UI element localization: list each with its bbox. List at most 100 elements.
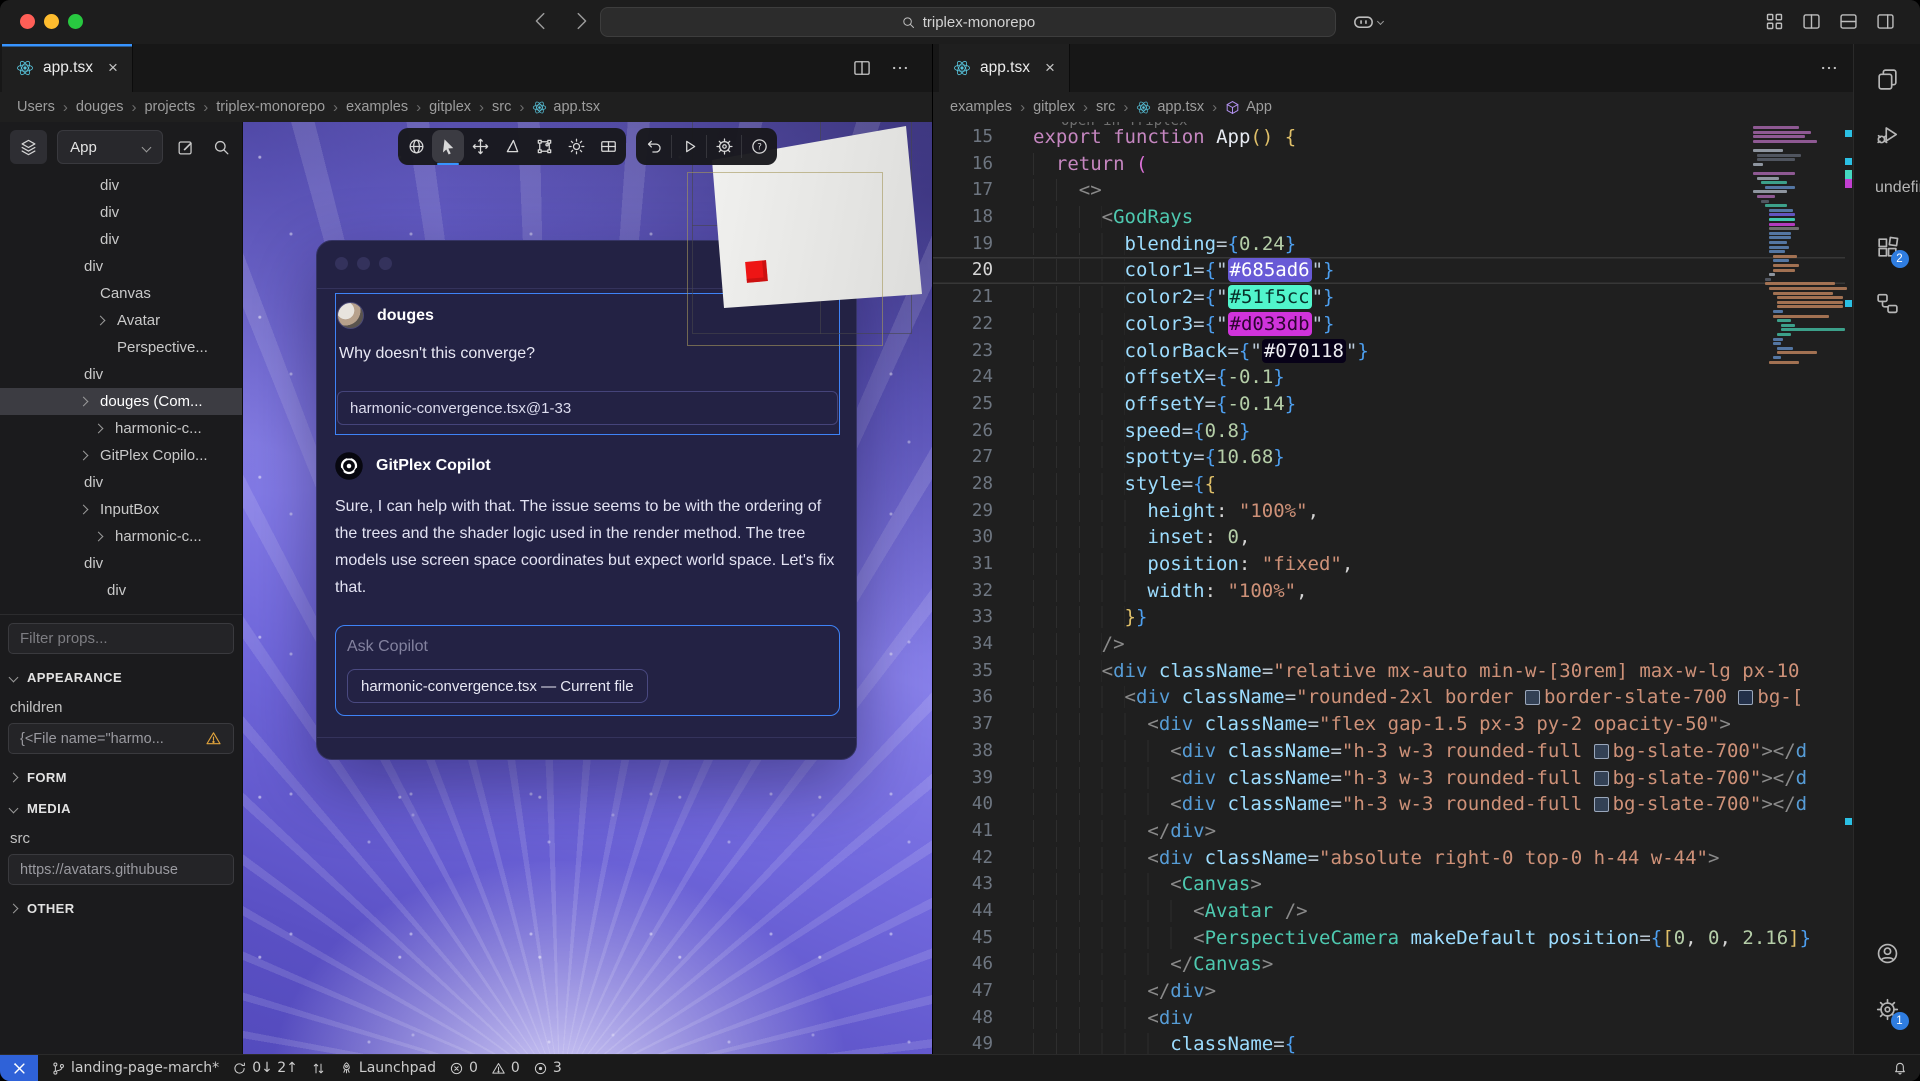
split-vertical-icon[interactable] xyxy=(1801,11,1822,32)
tab-app-tsx-right[interactable]: app.tsx × xyxy=(939,44,1070,92)
breadcrumb-item[interactable]: src xyxy=(492,99,511,115)
activity-files-button[interactable] xyxy=(1865,56,1911,102)
context-chip[interactable]: harmonic-convergence.tsx — Current file xyxy=(347,669,648,703)
breadcrumb-item[interactable]: gitplex xyxy=(429,99,471,115)
chevron-right-icon[interactable] xyxy=(79,397,89,407)
breadcrumb[interactable]: Users›douges›projects›triplex-monorepo›e… xyxy=(0,92,932,122)
code-line-43[interactable]: 43 <Canvas> xyxy=(933,871,1845,898)
remote-indicator[interactable] xyxy=(0,1055,38,1081)
chevron-right-icon[interactable] xyxy=(79,451,89,461)
transform-tool-button[interactable] xyxy=(528,130,560,163)
status-port-3[interactable]: 3 xyxy=(533,1060,562,1076)
code-line-25[interactable]: 25 offsetY={-0.14} xyxy=(933,391,1845,418)
tree-item-douges-com[interactable]: douges (Com... xyxy=(0,388,242,415)
tree-item-harmonic-c[interactable]: harmonic-c... xyxy=(0,523,242,550)
tree-item-harmonic-c[interactable]: harmonic-c... xyxy=(0,415,242,442)
move-tool-button[interactable] xyxy=(464,130,496,163)
code-line-17[interactable]: 17 <> xyxy=(933,177,1845,204)
chevron-right-icon[interactable] xyxy=(79,505,89,515)
section-other[interactable]: OTHER xyxy=(10,901,242,916)
tree-item-div[interactable]: div xyxy=(0,550,242,577)
activity-references-button[interactable] xyxy=(1865,280,1911,326)
bell-icon[interactable] xyxy=(1892,1060,1908,1076)
code-line-48[interactable]: 48 <div xyxy=(933,1005,1845,1032)
more-actions-icon[interactable] xyxy=(1819,58,1839,78)
code-line-42[interactable]: 42 <div className="absolute right-0 top-… xyxy=(933,845,1845,872)
activity-account-button[interactable] xyxy=(1865,930,1911,976)
code-line-47[interactable]: 47 </div> xyxy=(933,978,1845,1005)
filter-props-input[interactable]: Filter props... xyxy=(8,623,234,654)
cone-tool-button[interactable] xyxy=(496,130,528,163)
breadcrumb-item[interactable]: src xyxy=(1096,99,1115,115)
breadcrumb-item[interactable]: examples xyxy=(950,99,1012,115)
close-icon[interactable]: × xyxy=(1045,58,1055,78)
edit-icon[interactable] xyxy=(173,134,198,160)
code-line-37[interactable]: 37 <div className="flex gap-1.5 px-3 py-… xyxy=(933,711,1845,738)
code-line-21[interactable]: 21 color2={"#51f5cc"} xyxy=(933,284,1845,311)
activity-settings-button[interactable]: 1 xyxy=(1865,986,1911,1032)
undo-tool-button[interactable] xyxy=(638,130,670,163)
scene-select[interactable]: App xyxy=(57,130,163,164)
tab-app-tsx-left[interactable]: app.tsx × xyxy=(2,44,133,92)
zoom-window-button[interactable] xyxy=(68,14,83,29)
help-tool-button[interactable]: ? xyxy=(743,130,775,163)
section-appearance[interactable]: APPEARANCE xyxy=(10,670,242,685)
tree-item-div[interactable]: div xyxy=(0,469,242,496)
status-warning-0[interactable]: 0 xyxy=(491,1060,520,1076)
status-rocket-launchpad[interactable]: Launchpad xyxy=(339,1060,436,1076)
code-line-30[interactable]: 30 inset: 0, xyxy=(933,524,1845,551)
code-line-39[interactable]: 39 <div className="h-3 w-3 rounded-full … xyxy=(933,765,1845,792)
more-actions-icon[interactable] xyxy=(890,58,910,78)
code-line-40[interactable]: 40 <div className="h-3 w-3 rounded-full … xyxy=(933,791,1845,818)
code-line-23[interactable]: 23 colorBack={"#070118"} xyxy=(933,338,1845,365)
code-line-44[interactable]: 44 <Avatar /> xyxy=(933,898,1845,925)
code-line-19[interactable]: 19 blending={0.24} xyxy=(933,231,1845,258)
status-branch-landing-page-march-[interactable]: landing-page-march* xyxy=(51,1060,219,1076)
code-line-28[interactable]: 28 style={{ xyxy=(933,471,1845,498)
code-line-32[interactable]: 32 width: "100%", xyxy=(933,578,1845,605)
close-icon[interactable]: × xyxy=(108,58,118,78)
tree-item-div[interactable]: div xyxy=(0,253,242,280)
chevron-right-icon[interactable] xyxy=(94,532,104,542)
tree-item-avatar[interactable]: Avatar xyxy=(0,307,242,334)
code-line-18[interactable]: 18 <GodRays xyxy=(933,204,1845,231)
breadcrumb-item[interactable]: app.tsx xyxy=(553,99,600,115)
tree-item-div[interactable]: div xyxy=(0,172,242,199)
code-line-15[interactable]: 15export function App() { xyxy=(933,124,1845,151)
grid-tool-button[interactable] xyxy=(592,130,624,163)
minimap[interactable] xyxy=(1753,126,1845,1054)
status-sync-0-2-[interactable]: 0↓ 2↑ xyxy=(232,1060,298,1076)
assistant-menu[interactable] xyxy=(1352,10,1383,33)
field-input-src[interactable]: https://avatars.githubuse xyxy=(8,854,234,885)
cursor-tool-button[interactable] xyxy=(432,130,464,163)
tree-item-div[interactable]: div xyxy=(0,199,242,226)
code-line-49[interactable]: 49 className={ xyxy=(933,1031,1845,1054)
code-line-38[interactable]: 38 <div className="h-3 w-3 rounded-full … xyxy=(933,738,1845,765)
ask-copilot-input[interactable]: Ask Copilot harmonic-convergence.tsx — C… xyxy=(335,625,840,716)
code-line-22[interactable]: 22 color3={"#d033db"} xyxy=(933,311,1845,338)
tree-item-div[interactable]: div xyxy=(0,577,242,604)
layout-grid-icon[interactable] xyxy=(1764,11,1785,32)
chevron-right-icon[interactable] xyxy=(94,424,104,434)
split-editor-icon[interactable] xyxy=(852,58,872,78)
breadcrumb-item[interactable]: gitplex xyxy=(1033,99,1075,115)
code-line-29[interactable]: 29 height: "100%", xyxy=(933,498,1845,525)
tree-item-gitplex-copilo[interactable]: GitPlex Copilo... xyxy=(0,442,242,469)
sidebar-right-icon[interactable] xyxy=(1875,11,1896,32)
breadcrumb-item[interactable]: examples xyxy=(346,99,408,115)
code-line-46[interactable]: 46 </Canvas> xyxy=(933,951,1845,978)
code-line-35[interactable]: 35 <div className="relative mx-auto min-… xyxy=(933,658,1845,685)
tree-item-perspective[interactable]: Perspective... xyxy=(0,334,242,361)
tree-item-inputbox[interactable]: InputBox xyxy=(0,496,242,523)
tree-item-div[interactable]: div xyxy=(0,226,242,253)
code-line-36[interactable]: 36 <div className="rounded-2xl border bo… xyxy=(933,684,1845,711)
section-media[interactable]: MEDIA xyxy=(10,801,242,816)
search-scene-icon[interactable] xyxy=(209,134,234,160)
forward-icon[interactable] xyxy=(570,10,592,32)
tree-item-div[interactable]: div xyxy=(0,361,242,388)
tree-item-canvas[interactable]: Canvas xyxy=(0,280,242,307)
chevron-right-icon[interactable] xyxy=(96,316,106,326)
breadcrumb-item[interactable]: projects xyxy=(144,99,195,115)
globe-tool-button[interactable] xyxy=(400,130,432,163)
code-line-16[interactable]: 16 return ( xyxy=(933,151,1845,178)
